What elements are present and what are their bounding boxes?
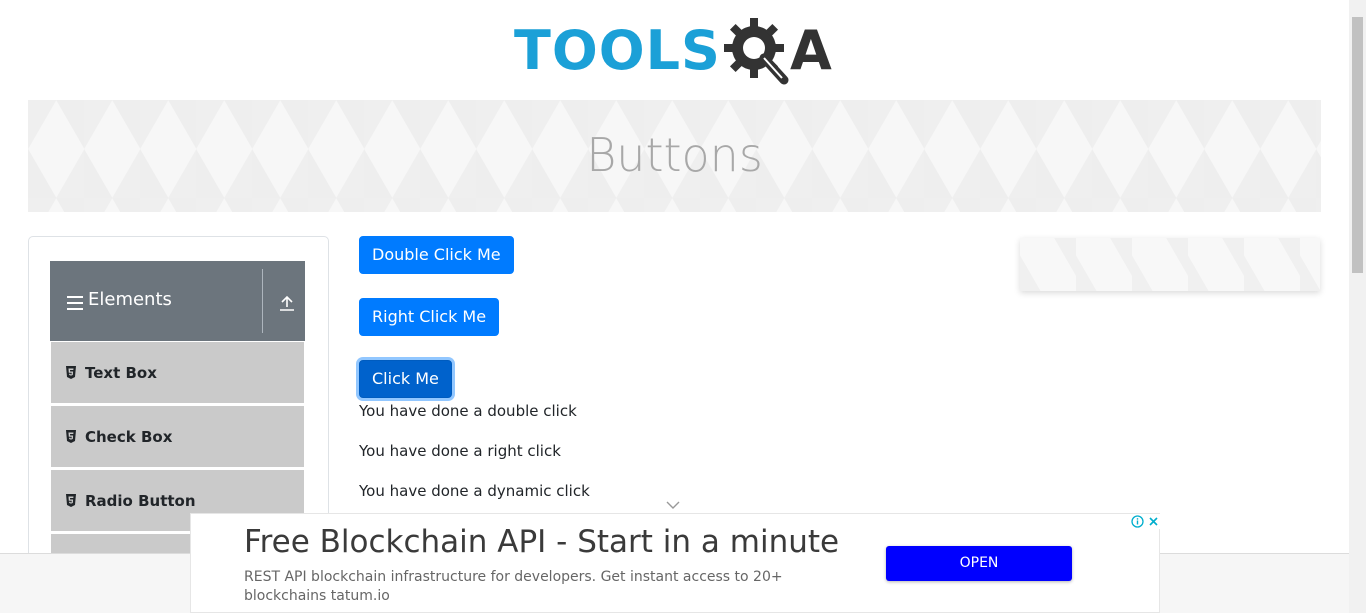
- info-icon[interactable]: [1130, 514, 1145, 529]
- dynamic-click-message: You have done a dynamic click: [359, 482, 590, 500]
- vertical-scrollbar[interactable]: [1349, 0, 1366, 613]
- chevron-down-icon[interactable]: [666, 500, 680, 510]
- sidebar-item-text-box[interactable]: Text Box: [51, 342, 304, 404]
- sidebar-item-label: Check Box: [85, 428, 173, 446]
- logo-text-tools: TOOLS: [514, 19, 721, 82]
- html5-icon: [66, 366, 76, 379]
- ad-title[interactable]: Free Blockchain API - Start in a minute: [244, 524, 839, 560]
- toolsqa-logo[interactable]: TOOLS A: [514, 14, 838, 90]
- ad-description[interactable]: REST API blockchain infrastructure for d…: [244, 568, 844, 606]
- logo-text-a: A: [790, 19, 832, 82]
- side-ad-placeholder: [1020, 238, 1320, 291]
- gear-magnifier-icon: [724, 18, 789, 85]
- sidebar-group-elements[interactable]: Elements: [50, 261, 305, 341]
- hamburger-icon: [67, 296, 83, 310]
- html5-icon: [66, 494, 76, 507]
- double-click-message: You have done a double click: [359, 402, 577, 420]
- scrollbar-thumb[interactable]: [1352, 17, 1363, 273]
- click-me-button[interactable]: Click Me: [359, 360, 452, 398]
- sidebar-item-check-box[interactable]: Check Box: [51, 406, 304, 468]
- right-click-message: You have done a right click: [359, 442, 561, 460]
- page-banner: Buttons: [28, 100, 1321, 212]
- html5-icon: [66, 430, 76, 443]
- ad-banner[interactable]: Free Blockchain API - Start in a minute …: [190, 513, 1161, 613]
- sidebar-item-label: Text Box: [85, 364, 157, 382]
- page-title: Buttons: [586, 128, 763, 182]
- collapse-icon[interactable]: [278, 294, 296, 312]
- header-divider: [262, 269, 263, 333]
- sidebar-item-label: Radio Button: [85, 492, 196, 510]
- sidebar-group-title: Elements: [88, 289, 172, 310]
- double-click-button[interactable]: Double Click Me: [359, 236, 514, 274]
- ad-open-button[interactable]: OPEN: [886, 546, 1072, 581]
- page: TOOLS A Buttons Elements Text Box Check …: [0, 0, 1366, 613]
- right-click-button[interactable]: Right Click Me: [359, 298, 500, 336]
- close-icon[interactable]: [1146, 514, 1161, 529]
